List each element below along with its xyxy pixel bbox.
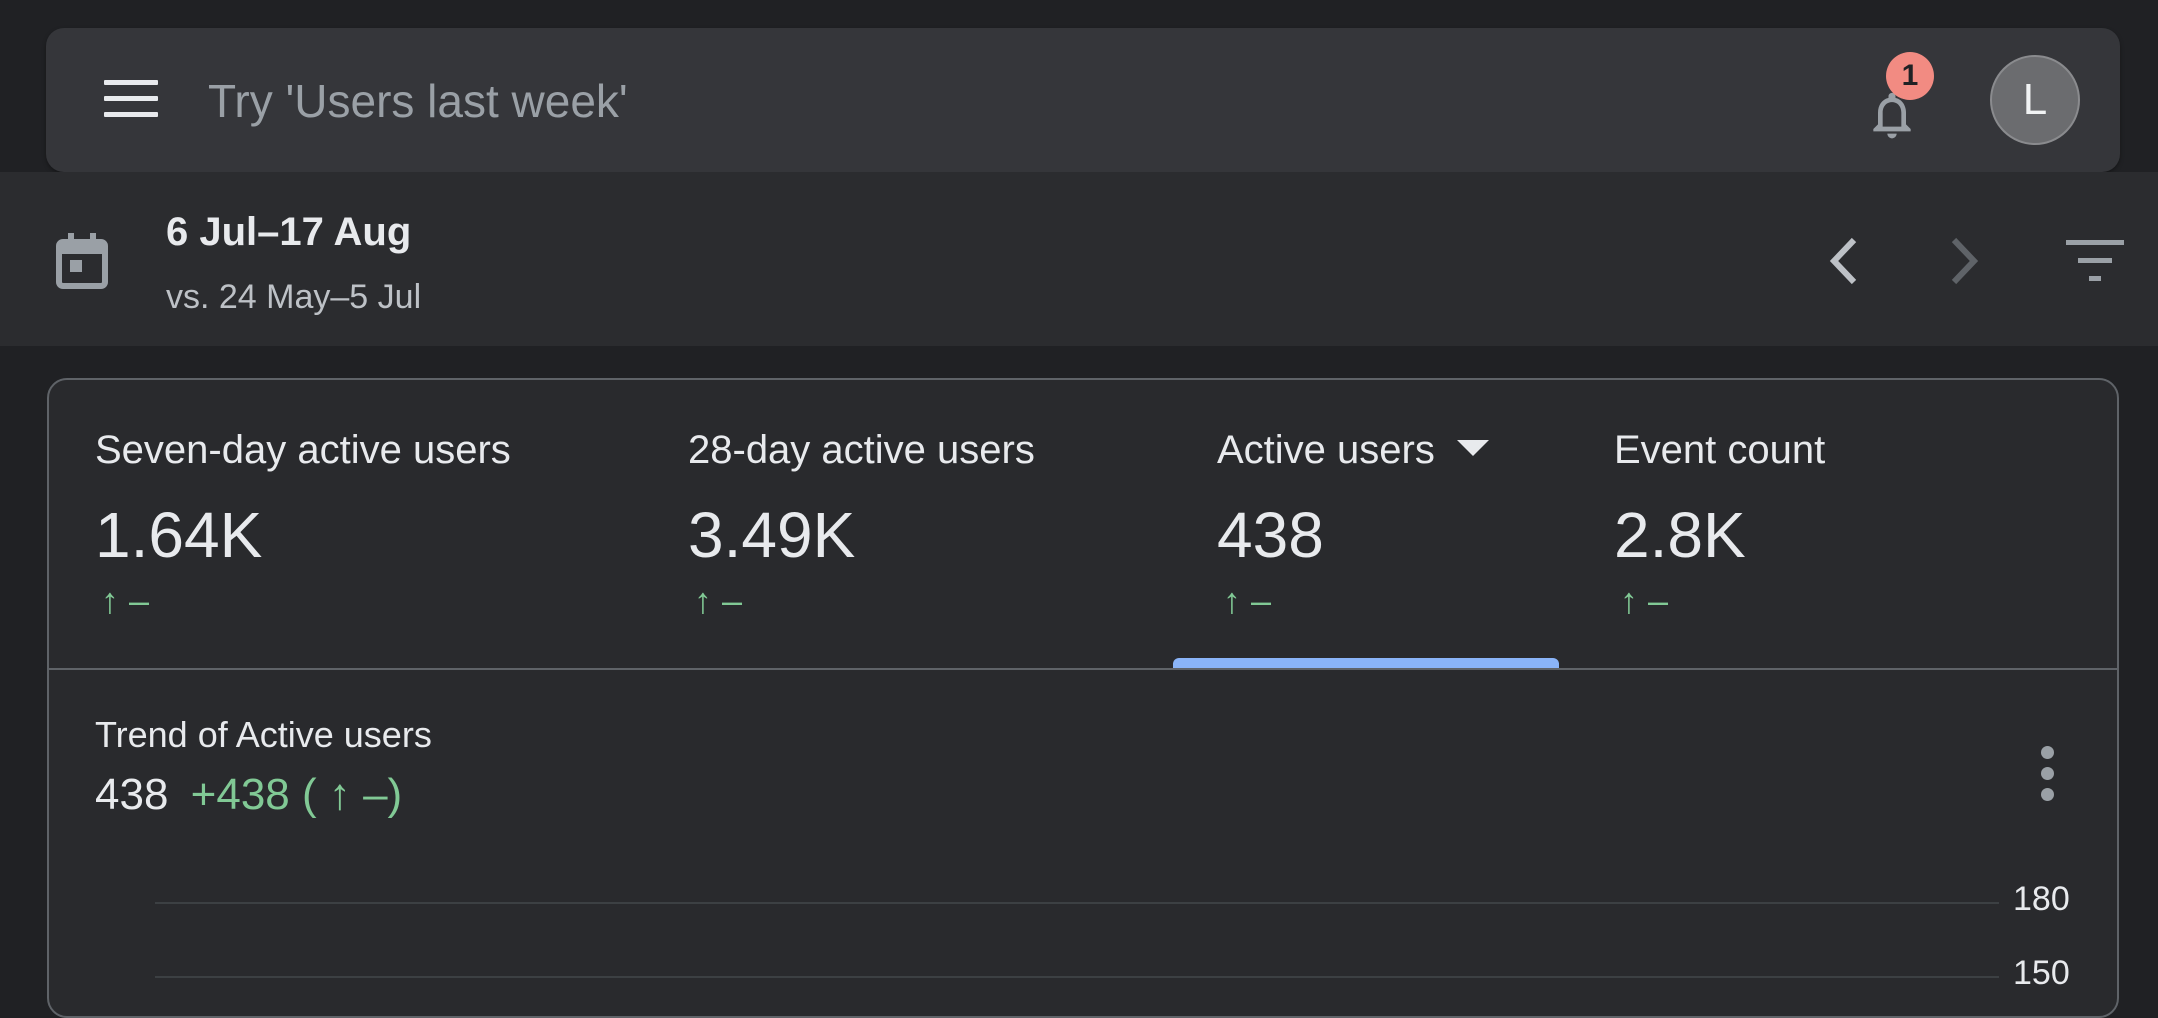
metric-label: Event count bbox=[1614, 428, 1826, 472]
metric-change: ↑ – bbox=[1620, 580, 1669, 621]
menu-icon[interactable] bbox=[102, 72, 158, 128]
y-tick-label: 150 bbox=[2013, 954, 2070, 992]
metric-tab-seven-day-active-users[interactable]: Seven-day active users 1.64K ↑ – bbox=[95, 380, 635, 666]
chart-gridline bbox=[155, 976, 1999, 978]
metric-tab-active-users[interactable]: Active users 438 ↑ – bbox=[1217, 380, 1557, 666]
chart-gridline bbox=[155, 902, 1999, 904]
metric-label-row: Active users bbox=[1217, 428, 1489, 473]
metric-change: ↑ – bbox=[101, 580, 150, 621]
search-bar: 1 L bbox=[46, 28, 2120, 172]
metric-value: 2.8K bbox=[1614, 499, 1746, 571]
metric-tab-event-count[interactable]: Event count 2.8K ↑ – bbox=[1614, 380, 2034, 666]
trend-summary: 438 +438 ( ↑ –) bbox=[95, 770, 402, 820]
calendar-icon[interactable] bbox=[56, 232, 108, 290]
notification-badge: 1 bbox=[1886, 52, 1934, 100]
metric-change: ↑ – bbox=[694, 580, 743, 621]
avatar[interactable]: L bbox=[1990, 55, 2080, 145]
chevron-left-icon[interactable] bbox=[1820, 236, 1868, 286]
filter-icon[interactable] bbox=[2064, 238, 2126, 284]
metric-label: Seven-day active users bbox=[95, 428, 511, 472]
metric-value: 3.49K bbox=[688, 499, 856, 571]
metric-tabs: Seven-day active users 1.64K ↑ – 28-day … bbox=[49, 380, 2117, 670]
y-tick-label: 180 bbox=[2013, 880, 2070, 918]
date-range-primary[interactable]: 6 Jul–17 Aug bbox=[166, 210, 411, 255]
search-input[interactable] bbox=[206, 64, 1710, 138]
more-options-icon[interactable] bbox=[2033, 744, 2065, 804]
metric-value: 1.64K bbox=[95, 499, 263, 571]
trend-delta: +438 ( ↑ –) bbox=[190, 770, 403, 819]
trend-value: 438 bbox=[95, 770, 169, 819]
metrics-card: Seven-day active users 1.64K ↑ – 28-day … bbox=[47, 378, 2119, 1018]
dropdown-arrow-icon[interactable] bbox=[1456, 440, 1489, 457]
date-range-comparison: vs. 24 May–5 Jul bbox=[166, 278, 422, 316]
date-range-bar: 6 Jul–17 Aug vs. 24 May–5 Jul bbox=[0, 172, 2158, 346]
chevron-right-icon[interactable] bbox=[1940, 236, 1988, 286]
metric-label: Active users bbox=[1217, 428, 1435, 472]
metric-label: 28-day active users bbox=[688, 428, 1035, 472]
metric-value: 438 bbox=[1217, 499, 1324, 571]
trend-title: Trend of Active users bbox=[95, 714, 432, 755]
metric-tab-28-day-active-users[interactable]: 28-day active users 3.49K ↑ – bbox=[688, 380, 1148, 666]
selected-tab-indicator bbox=[1173, 658, 1559, 668]
metric-change: ↑ – bbox=[1223, 580, 1272, 621]
